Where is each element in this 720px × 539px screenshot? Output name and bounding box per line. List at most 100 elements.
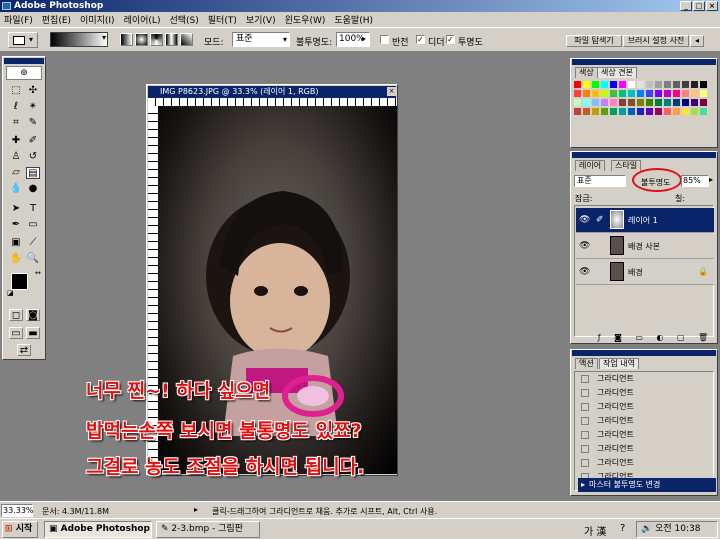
color-swatch[interactable]	[663, 98, 672, 107]
snapshot-checkbox[interactable]	[581, 416, 589, 425]
menu-select[interactable]: 선택(S)	[169, 13, 198, 26]
tool-preset-picker[interactable]: ▾	[8, 32, 38, 48]
gradient-icon[interactable]: ▤	[26, 167, 40, 179]
color-swatch[interactable]	[690, 98, 699, 107]
color-swatch[interactable]	[573, 89, 582, 98]
screen-mode-full-icon[interactable]: ▬	[26, 327, 40, 339]
color-swatch[interactable]	[645, 80, 654, 89]
zoom-field[interactable]: 33.33%	[1, 504, 34, 517]
slice-icon[interactable]: ✎	[26, 117, 40, 129]
color-swatch[interactable]	[618, 89, 627, 98]
speaker-icon[interactable]: 🔊	[641, 524, 652, 534]
eraser-icon[interactable]: ▱	[9, 167, 23, 179]
color-swatch[interactable]	[573, 98, 582, 107]
layer-row[interactable]: 👁 배경 🔒	[576, 260, 714, 285]
color-swatch[interactable]	[618, 80, 627, 89]
path-selection-icon[interactable]: ➤	[9, 203, 23, 215]
color-swatch[interactable]	[600, 89, 609, 98]
lasso-icon[interactable]: ℓ	[9, 101, 23, 113]
color-swatch[interactable]	[609, 107, 618, 116]
eyedropper-icon[interactable]: ⟋	[26, 237, 40, 249]
taskbar-button-photoshop[interactable]: ▣ Adobe Photoshop	[44, 521, 152, 538]
tab-styles[interactable]: 스타일	[611, 160, 642, 171]
tab-swatches[interactable]: 색상 견본	[597, 67, 637, 78]
color-swatch[interactable]	[699, 98, 708, 107]
tab-history[interactable]: 작업 내역	[599, 358, 639, 369]
color-swatch[interactable]	[645, 107, 654, 116]
eye-icon[interactable]: 👁	[579, 215, 590, 225]
color-swatch[interactable]	[600, 107, 609, 116]
panel-title-bar[interactable]	[572, 59, 716, 65]
color-swatch[interactable]	[627, 98, 636, 107]
menu-image[interactable]: 이미지(I)	[80, 13, 115, 26]
app-title-bar[interactable]: Adobe Photoshop _ □ ×	[0, 0, 720, 12]
type-icon[interactable]: T	[26, 203, 40, 215]
snapshot-checkbox[interactable]	[581, 458, 589, 467]
history-item[interactable]: 그라디언트	[578, 372, 714, 386]
layer-opacity-field[interactable]: 85%	[681, 175, 709, 187]
color-swatch[interactable]	[672, 98, 681, 107]
color-swatch[interactable]	[654, 107, 663, 116]
jump-to-imageready-icon[interactable]: ⇄	[17, 344, 31, 356]
folder-icon[interactable]: ▭	[635, 333, 643, 343]
color-swatch[interactable]	[681, 80, 690, 89]
history-item[interactable]: 그라디언트	[578, 456, 714, 470]
adjustment-icon[interactable]: ◐	[656, 333, 663, 343]
menu-filter[interactable]: 필터(T)	[208, 13, 237, 26]
color-swatch[interactable]	[600, 98, 609, 107]
color-swatch[interactable]	[591, 107, 600, 116]
color-swatch[interactable]	[645, 98, 654, 107]
ime-indicator[interactable]: 가 漢	[584, 523, 606, 538]
panel-title-bar[interactable]	[572, 152, 716, 158]
color-swatch[interactable]	[681, 107, 690, 116]
history-brush-icon[interactable]: ↺	[26, 151, 40, 163]
foreground-color-swatch[interactable]	[11, 273, 28, 290]
tab-color[interactable]: 색상	[575, 67, 598, 78]
snapshot-checkbox[interactable]	[581, 388, 589, 397]
layer-row[interactable]: 👁 ✐ 레이어 1	[576, 208, 714, 233]
radial-gradient-button[interactable]	[135, 33, 148, 46]
crop-icon[interactable]: ⌗	[9, 117, 23, 129]
color-swatch[interactable]	[699, 107, 708, 116]
chevron-right-icon[interactable]: ▸	[194, 505, 198, 514]
color-swatch[interactable]	[609, 98, 618, 107]
new-layer-icon[interactable]: ▢	[677, 333, 685, 343]
move-icon[interactable]: ✣	[26, 85, 40, 97]
mode-select[interactable]: 표준 ▾	[232, 32, 290, 47]
reflected-gradient-button[interactable]	[165, 33, 178, 46]
menu-view[interactable]: 보기(V)	[246, 13, 276, 26]
color-swatch[interactable]	[699, 89, 708, 98]
healing-brush-icon[interactable]: ✚	[9, 135, 23, 147]
color-swatch[interactable]	[582, 80, 591, 89]
palette-well-menu-button[interactable]: ◂	[690, 35, 704, 47]
color-swatch[interactable]	[573, 107, 582, 116]
start-button[interactable]: ⊞ 시작	[2, 521, 38, 538]
menu-edit[interactable]: 편집(E)	[42, 13, 71, 26]
trash-icon[interactable]: 🗑	[698, 333, 708, 343]
taskbar-button-paint[interactable]: ✎ 2-3.bmp - 그림판	[156, 521, 260, 538]
snapshot-checkbox[interactable]	[581, 374, 589, 383]
color-swatch[interactable]	[618, 98, 627, 107]
color-swatch[interactable]	[618, 107, 627, 116]
menu-file[interactable]: 파일(F)	[4, 13, 33, 26]
color-swatch[interactable]	[681, 89, 690, 98]
color-swatch[interactable]	[627, 89, 636, 98]
snapshot-checkbox[interactable]	[581, 430, 589, 439]
magic-wand-icon[interactable]: ✴	[26, 101, 40, 113]
standard-mode-icon[interactable]: ◻	[9, 309, 23, 321]
quick-mask-icon[interactable]: ◙	[26, 309, 40, 321]
brush-icon[interactable]: ✐	[26, 135, 40, 147]
color-swatch[interactable]	[654, 98, 663, 107]
linear-gradient-button[interactable]	[120, 33, 133, 46]
layer-row[interactable]: 👁 배경 사본	[576, 234, 714, 259]
history-item[interactable]: 그라디언트	[578, 386, 714, 400]
color-swatch[interactable]	[627, 107, 636, 116]
gradient-picker[interactable]	[50, 32, 108, 47]
color-swatch[interactable]	[591, 89, 600, 98]
toolbox-title-bar[interactable]	[4, 58, 44, 64]
menu-window[interactable]: 윈도우(W)	[285, 13, 326, 26]
file-browser-tab[interactable]: 파일 탐색기	[566, 35, 622, 47]
notes-icon[interactable]: ▣	[9, 237, 23, 249]
color-swatch[interactable]	[663, 89, 672, 98]
dodge-icon[interactable]: ●	[26, 183, 40, 195]
